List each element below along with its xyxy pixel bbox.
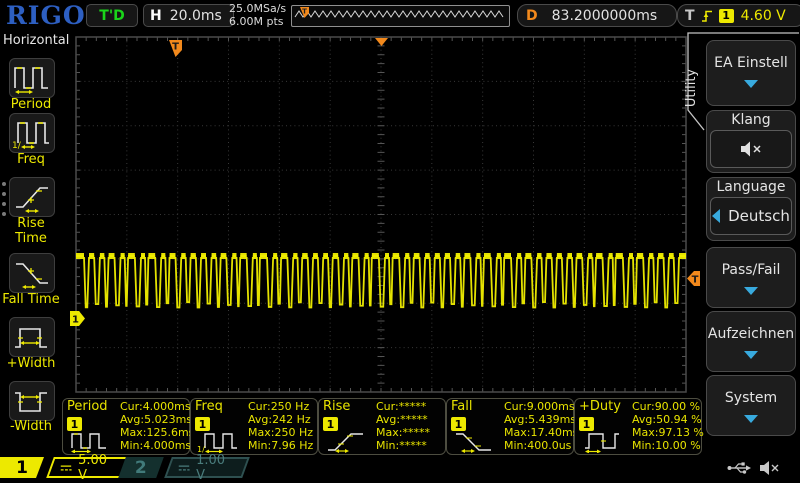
measurement-min: Min:***** [376,439,427,452]
freq-icon: 1/ [197,433,237,453]
softkey-label: Language [716,179,786,195]
ch1-waveform [76,253,686,309]
measurement-freq[interactable]: Freq 1 1/ Cur:250 Hz Avg:242 Hz Max:250 … [190,398,318,455]
measurement-label: Freq [195,399,223,414]
graticule-grid [75,36,687,393]
measurement-avg: Avg:***** [376,413,428,426]
channel-badge: 1 [195,417,210,431]
rise-icon [328,433,363,453]
coupling-icon [60,464,72,471]
period-icon [71,433,106,453]
channel2-scale: 1.00 V [196,452,226,483]
softkey-language[interactable]: Language Deutsch [706,177,796,241]
measurement-max: Max:17.40ms [504,426,579,439]
channel-badge: 1 [323,417,338,431]
chevron-down-icon [744,287,758,295]
measurement-period[interactable]: Period 1 Cur:4.000ms Avg:5.023ms Max:125… [62,398,194,455]
channel2-indicator[interactable]: 2 [118,457,164,478]
channel-badge: 1 [579,417,594,431]
softkey-label: Pass/Fail [721,262,781,278]
channel2-number: 2 [135,457,147,478]
chevron-down-icon [744,80,758,88]
measurement-label: Fall [451,399,473,414]
delay-reference-marker [375,38,388,46]
measurement-cur: Cur:***** [376,400,427,413]
softkey-pass-fail[interactable]: Pass/Fail [706,247,796,308]
svg-text:1: 1 [72,315,79,326]
measurement-label: Period [67,399,108,414]
measurement-min: Min:4.000ms [120,439,192,452]
channel1-scale: 5.00 V [78,452,108,483]
measurement-avg: Avg:50.94 % [632,413,702,426]
measurement-cur: Cur:4.000ms [120,400,191,413]
fall-icon [456,433,491,453]
measurement-max: Max:***** [376,426,430,439]
channel1-number: 1 [16,457,28,478]
softkey-label: Klang [731,112,771,128]
pos-duty-icon [585,433,619,453]
measurement-label: Rise [323,399,351,414]
measurement-pos-duty[interactable]: +Duty 1 Cur:90.00 % Avg:50.94 % Max:97.1… [574,398,704,455]
softkey-label: System [724,390,778,406]
measurement-avg: Avg:5.023ms [120,413,193,426]
status-icon-group [727,461,779,475]
softkey-label: Aufzeichnen [707,326,795,342]
coupling-icon [178,464,190,471]
utility-menu-tab: Utility [684,68,699,108]
speaker-mute-icon [741,141,761,157]
measurement-avg: Avg:242 Hz [248,413,311,426]
language-value: Deutsch [728,207,790,225]
chevron-down-icon [744,415,758,423]
svg-text:T: T [692,275,699,286]
measurement-min: Min:400.0us [504,439,572,452]
trigger-position-marker[interactable]: T [169,40,182,57]
measurement-max: Max:97.13 % [632,426,704,439]
ch1-ground-marker[interactable]: 1 [70,311,85,326]
measurement-rise[interactable]: Rise 1 Cur:***** Avg:***** Max:***** Min… [318,398,446,455]
softkey-klang[interactable]: Klang [706,110,796,173]
trigger-level-marker[interactable]: T [687,271,700,286]
chevron-down-icon [744,351,758,359]
channel-badge: 1 [451,417,466,431]
measurement-min: Min:7.96 Hz [248,439,314,452]
measurement-label: +Duty [579,399,621,414]
softkey-ea-einstell[interactable]: EA Einstell [706,40,796,106]
softkey-aufzeichnen[interactable]: Aufzeichnen [706,311,796,372]
softkey-system[interactable]: System [706,375,796,436]
measurement-min: Min:10.00 % [632,439,701,452]
channel-badge: 1 [67,417,82,431]
measurement-max: Max:250 Hz [248,426,313,439]
measurement-avg: Avg:5.439ms [504,413,577,426]
speaker-mute-icon [760,461,779,475]
measurement-cur: Cur:90.00 % [632,400,701,413]
measurement-cur: Cur:9.000ms [504,400,575,413]
usb-icon [727,462,751,474]
measurement-fall[interactable]: Fall 1 Cur:9.000ms Avg:5.439ms Max:17.40… [446,398,578,455]
measurement-max: Max:125.6ms [120,426,195,439]
svg-text:1/: 1/ [197,445,205,453]
softkey-label: EA Einstell [714,55,788,71]
chevron-left-icon [712,209,721,223]
channel2-scale-box[interactable]: 1.00 V [164,453,250,483]
svg-text:T: T [172,42,179,53]
measurement-cur: Cur:250 Hz [248,400,310,413]
